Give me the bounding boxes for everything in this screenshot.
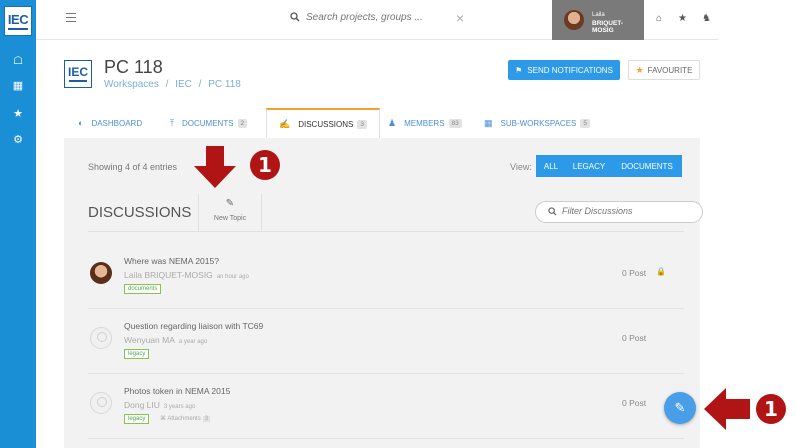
tab-discussions[interactable]: ✍ DISCUSSIONS 3 bbox=[266, 108, 380, 138]
new-topic-button[interactable]: ✎ New Topic bbox=[198, 194, 262, 232]
breadcrumb-iec[interactable]: IEC bbox=[175, 79, 192, 90]
tag-badge[interactable]: legacy bbox=[124, 414, 150, 424]
iec-logo[interactable]: IEC bbox=[4, 6, 32, 36]
home-icon[interactable]: ⌂ bbox=[656, 13, 662, 24]
top-bar: × Laila BRIQUET-MOSIG ⌂ ★ ♞ bbox=[36, 0, 718, 40]
upload-icon: ⤒ bbox=[170, 117, 174, 128]
home-icon[interactable]: ☖ bbox=[0, 55, 36, 67]
annotation-arrow-left-icon bbox=[704, 388, 750, 430]
view-documents-button[interactable]: DOCUMENTS bbox=[612, 155, 682, 177]
user-menu[interactable]: Laila BRIQUET-MOSIG bbox=[552, 0, 644, 40]
table-icon: ▦ bbox=[484, 117, 493, 128]
count-badge: 2 bbox=[237, 118, 248, 128]
discussions-header: DISCUSSIONS ✎ New Topic bbox=[88, 194, 703, 232]
filter-input[interactable] bbox=[562, 206, 692, 216]
discussion-author: Laila BRIQUET-MOSIG an hour ago bbox=[124, 270, 249, 280]
gear-icon[interactable]: ⚙ bbox=[0, 134, 36, 146]
annotation-arrow-down-icon bbox=[194, 146, 236, 188]
discussion-list: Where was NEMA 2015? Laila BRIQUET-MOSIG… bbox=[88, 244, 684, 439]
star-icon[interactable]: ★ bbox=[0, 108, 36, 120]
tab-bar: ◐ DASHBOARD ⤒ DOCUMENTS 2 ✍ DISCUSSIONS … bbox=[64, 108, 700, 138]
favourite-button[interactable]: ★ FAVOURITE bbox=[628, 60, 700, 80]
tab-documents[interactable]: ⤒ DOCUMENTS 2 bbox=[170, 108, 248, 138]
discussion-author: Dong LIU 3 years ago bbox=[124, 400, 196, 410]
star-icon[interactable]: ★ bbox=[678, 13, 687, 24]
star-icon: ★ bbox=[635, 64, 644, 75]
count-badge: 3 bbox=[357, 119, 367, 129]
pencil-icon: ✎ bbox=[674, 400, 686, 415]
send-notifications-button[interactable]: ⚑ SEND NOTIFICATIONS bbox=[508, 60, 620, 80]
user-last-name: BRIQUET-MOSIG bbox=[592, 20, 624, 34]
entries-count: Showing 4 of 4 entries bbox=[88, 162, 178, 172]
list-item[interactable]: Question regarding liaison with TC69 Wen… bbox=[88, 309, 684, 374]
post-count: 0 Post bbox=[622, 268, 647, 278]
avatar bbox=[90, 327, 112, 349]
chat-icon: ✍ bbox=[279, 118, 291, 129]
pencil-icon: ✎ bbox=[225, 198, 235, 209]
view-label: View: bbox=[510, 162, 532, 172]
workspace-logo: IEC bbox=[64, 60, 92, 88]
discussions-panel: Showing 4 of 4 entries View: ALL LEGACY … bbox=[64, 138, 703, 448]
table-icon[interactable]: ▦ bbox=[0, 80, 36, 92]
search-input[interactable] bbox=[306, 12, 456, 23]
section-title: DISCUSSIONS bbox=[88, 204, 192, 221]
menu-icon[interactable] bbox=[66, 13, 76, 22]
bell-icon[interactable]: ♞ bbox=[702, 13, 711, 24]
annotation-marker: 1 bbox=[756, 394, 786, 424]
view-legacy-button[interactable]: LEGACY bbox=[566, 155, 612, 177]
view-all-button[interactable]: ALL bbox=[536, 155, 566, 177]
count-badge: 5 bbox=[580, 118, 591, 128]
search-icon bbox=[290, 12, 300, 22]
search-icon bbox=[548, 207, 557, 216]
new-topic-fab[interactable]: ✎ bbox=[664, 392, 696, 424]
count-badge: 83 bbox=[448, 118, 462, 128]
tab-dashboard[interactable]: ◐ DASHBOARD bbox=[78, 108, 142, 138]
user-first-name: Laila bbox=[592, 12, 605, 18]
avatar bbox=[90, 392, 112, 414]
lock-icon: 🔒 bbox=[656, 267, 666, 276]
tag-badge[interactable]: documents bbox=[124, 284, 162, 294]
breadcrumb-separator: / bbox=[198, 79, 202, 90]
discussion-author: Wenyuan MA a year ago bbox=[124, 335, 208, 345]
attachments-indicator[interactable]: ⌘ Attachments 3 bbox=[160, 415, 211, 422]
members-icon: ♟ bbox=[388, 117, 397, 128]
discussion-title[interactable]: Where was NEMA 2015? bbox=[124, 256, 219, 266]
breadcrumb-workspaces[interactable]: Workspaces bbox=[104, 79, 159, 90]
annotation-marker: 1 bbox=[250, 150, 280, 180]
tag-badge[interactable]: legacy bbox=[124, 349, 150, 359]
list-item[interactable]: Where was NEMA 2015? Laila BRIQUET-MOSIG… bbox=[88, 244, 684, 309]
dashboard-icon: ◐ bbox=[78, 118, 84, 128]
breadcrumb-separator: / bbox=[165, 79, 169, 90]
discussion-title[interactable]: Question regarding liaison with TC69 bbox=[124, 321, 263, 331]
avatar bbox=[564, 10, 584, 30]
avatar bbox=[90, 262, 112, 284]
tab-sub-workspaces[interactable]: ▦ SUB-WORKSPACES 5 bbox=[484, 108, 591, 138]
flag-icon: ⚑ bbox=[515, 65, 523, 75]
breadcrumb: Workspaces / IEC / PC 118 bbox=[104, 79, 245, 90]
post-count: 0 Post bbox=[622, 398, 647, 408]
filter-discussions[interactable] bbox=[535, 201, 703, 223]
list-item[interactable]: Photos token in NEMA 2015 Dong LIU 3 year… bbox=[88, 374, 684, 439]
discussion-title[interactable]: Photos token in NEMA 2015 bbox=[124, 386, 230, 396]
paperclip-icon: ⌘ bbox=[160, 416, 166, 422]
post-count: 0 Post bbox=[622, 333, 647, 343]
tab-members[interactable]: ♟ MEMBERS 83 bbox=[388, 108, 462, 138]
page-title: PC 118 bbox=[104, 57, 163, 77]
left-rail: IEC ☖ ▦ ★ ⚙ bbox=[0, 0, 36, 448]
breadcrumb-current: PC 118 bbox=[208, 79, 241, 90]
clear-search-icon[interactable]: × bbox=[456, 10, 464, 26]
